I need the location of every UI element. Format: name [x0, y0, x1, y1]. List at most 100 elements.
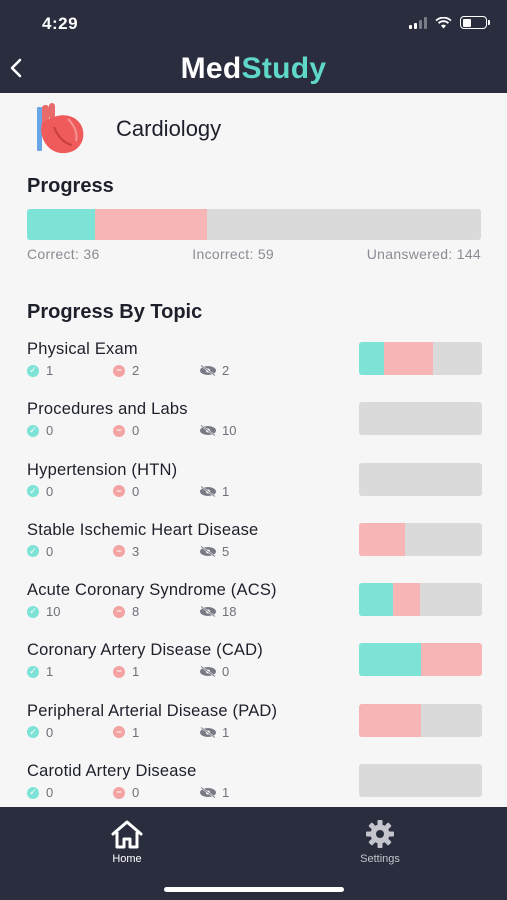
correct-segment — [27, 209, 96, 240]
topic-list: Physical Exam ✓ 1−2 2 Procedures and Labs ✓ 0−… — [0, 336, 507, 807]
topic-progress-bar — [359, 643, 482, 677]
subject-title: Cardiology — [116, 116, 222, 141]
cross-icon: − — [113, 424, 125, 437]
topic-stats: ✓ 1−2 2 — [27, 363, 285, 378]
topic-progress-bar — [359, 402, 482, 436]
correct-stat: ✓ 0 — [27, 484, 113, 499]
incorrect-stat: −8 — [113, 604, 199, 619]
correct-stat: ✓ 0 — [27, 423, 113, 438]
eye-slash-icon — [200, 606, 216, 618]
unanswered-stat: 2 — [199, 363, 285, 378]
overall-progress-bar — [27, 209, 481, 240]
correct-count: 0 — [46, 543, 54, 559]
topic-progress-bar — [359, 522, 482, 556]
topic-row[interactable]: Acute Coronary Syndrome (ACS) ✓ 10 −8 18 — [0, 577, 507, 637]
check-icon: ✓ — [27, 665, 39, 678]
topic-row[interactable]: Hypertension (HTN) ✓ 0−0 1 — [0, 457, 507, 517]
incorrect-segment — [383, 342, 433, 375]
incorrect-count: 0 — [132, 423, 140, 439]
correct-count: 0 — [46, 483, 54, 499]
wifi-icon — [435, 16, 452, 28]
correct-stat: ✓ 0 — [27, 544, 113, 559]
battery-icon — [460, 16, 490, 29]
incorrect-stat: −0 — [113, 484, 199, 499]
home-icon — [111, 820, 143, 849]
cross-icon: − — [113, 786, 125, 799]
incorrect-stat: −0 — [113, 785, 199, 800]
topic-row[interactable]: Procedures and Labs ✓ 0−0 10 — [0, 396, 507, 456]
topic-row[interactable]: Coronary Artery Disease (CAD) ✓ 1−1 0 — [0, 637, 507, 697]
correct-count: 0 — [46, 785, 54, 801]
cross-icon: − — [113, 605, 125, 618]
unanswered-segment — [420, 583, 482, 617]
check-icon: ✓ — [27, 424, 39, 437]
tab-home-label: Home — [112, 853, 142, 865]
cross-icon: − — [113, 545, 125, 558]
incorrect-count: 8 — [132, 604, 140, 620]
cross-icon: − — [113, 665, 125, 678]
app-logo: MedStudy — [180, 52, 327, 85]
heart-icon — [37, 103, 84, 154]
incorrect-stat: −1 — [113, 664, 199, 679]
incorrect-segment — [95, 209, 208, 240]
unanswered-count: Unanswered: 144 — [366, 246, 481, 262]
topic-row[interactable]: Physical Exam ✓ 1−2 2 — [0, 336, 507, 396]
topic-stats: ✓ 1−1 0 — [27, 664, 285, 679]
tab-settings-label: Settings — [360, 853, 400, 865]
incorrect-segment — [359, 703, 421, 737]
cross-icon: − — [113, 485, 125, 498]
subject-header: Cardiology — [34, 101, 221, 157]
check-icon: ✓ — [27, 485, 39, 498]
check-icon: ✓ — [27, 605, 39, 618]
gear-icon — [366, 820, 394, 848]
unanswered-stat: 1 — [199, 725, 285, 740]
incorrect-count: 1 — [132, 724, 140, 740]
unanswered-stat: 10 — [199, 423, 285, 438]
topic-progress-bar — [359, 462, 482, 496]
incorrect-count: 2 — [132, 363, 140, 378]
topic-stats: ✓ 0−0 10 — [27, 423, 285, 438]
topic-stats: ✓ 10 −8 18 — [27, 604, 285, 619]
topic-row[interactable]: Stable Ischemic Heart Disease ✓ 0−3 5 — [0, 517, 507, 577]
incorrect-stat: −1 — [113, 725, 199, 740]
topic-row[interactable]: Carotid Artery Disease ✓ 0−0 1 — [0, 758, 507, 807]
main-content[interactable]: Cardiology Progress Correct: 36 Incorrec… — [0, 93, 507, 807]
incorrect-segment — [393, 583, 421, 617]
incorrect-count: 0 — [132, 785, 140, 801]
unanswered-stat: 18 — [199, 604, 285, 619]
eye-slash-icon — [200, 365, 216, 376]
topic-row[interactable]: Peripheral Arterial Disease (PAD) ✓ 0−1 1 — [0, 698, 507, 758]
unanswered-count: 1 — [222, 483, 230, 499]
unanswered-segment — [207, 209, 481, 240]
topic-stats: ✓ 0−1 1 — [27, 725, 285, 740]
incorrect-count: 3 — [132, 543, 140, 559]
incorrect-count: 1 — [132, 664, 140, 680]
correct-count: 0 — [46, 423, 54, 439]
tab-settings[interactable]: Settings — [335, 819, 425, 865]
topic-stats: ✓ 0−0 1 — [27, 785, 285, 800]
topic-name: Stable Ischemic Heart Disease — [27, 520, 259, 539]
topic-progress-bar — [359, 703, 482, 737]
eye-slash-icon — [200, 425, 216, 437]
incorrect-count: 0 — [132, 483, 140, 499]
unanswered-stat: 1 — [199, 785, 285, 800]
status-icons — [409, 16, 490, 29]
unanswered-count: 10 — [222, 423, 237, 439]
top-bar: 4:29 MedStudy — [0, 0, 507, 93]
check-icon: ✓ — [27, 786, 39, 799]
unanswered-count: 1 — [222, 724, 230, 740]
topic-progress-bar — [359, 342, 482, 375]
eye-slash-icon — [200, 485, 216, 497]
tab-home[interactable]: Home — [82, 819, 172, 865]
unanswered-segment — [359, 764, 482, 798]
incorrect-segment — [359, 522, 406, 556]
progress-legend: Correct: 36 Incorrect: 59 Unanswered: 14… — [27, 246, 481, 262]
unanswered-stat: 5 — [199, 544, 285, 559]
check-icon: ✓ — [27, 545, 39, 558]
eye-slash-icon — [200, 666, 216, 678]
incorrect-segment — [420, 643, 482, 677]
progress-heading: Progress — [27, 175, 114, 197]
unanswered-count: 2 — [222, 363, 230, 378]
correct-stat: ✓ 1 — [27, 664, 113, 679]
unanswered-count: 5 — [222, 543, 230, 559]
